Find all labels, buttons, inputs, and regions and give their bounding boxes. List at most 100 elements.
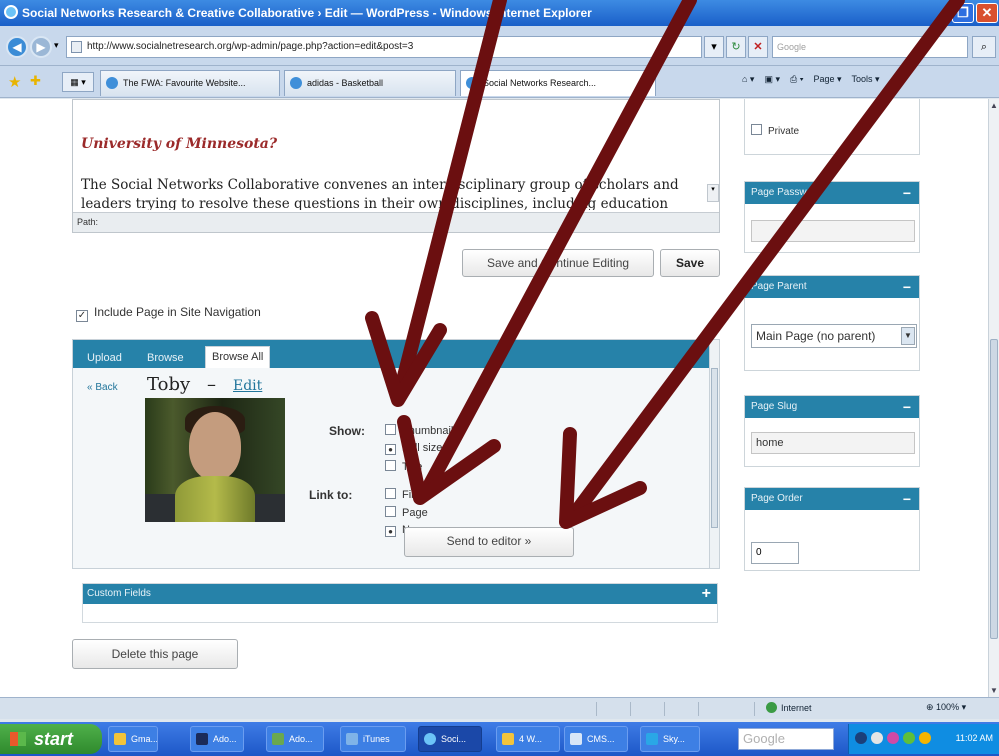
tab-social-networks[interactable]: Social Networks Research... ✕ (460, 70, 656, 96)
page-menu[interactable]: Page ▾ (813, 74, 841, 85)
box-title: Page Password (751, 187, 822, 198)
search-input[interactable]: Google (772, 36, 968, 58)
collapse-icon[interactable]: − (903, 396, 911, 418)
page-scrollbar[interactable]: ▲ ▼ (988, 99, 999, 697)
title-dash: – (207, 374, 216, 395)
show-thumbnail-option[interactable]: Thumbnail (385, 424, 453, 437)
page-password-input[interactable] (751, 220, 915, 242)
page-parent-header[interactable]: Page Parent − (745, 276, 919, 298)
collapse-icon[interactable]: − (903, 488, 911, 510)
radio-selected-icon[interactable]: ● (385, 526, 396, 537)
taskbar-item[interactable]: CMS... (564, 726, 628, 752)
uploader-scroll-thumb[interactable] (711, 368, 718, 528)
taskbar-label: Ado... (213, 734, 237, 744)
taskbar-label: Soci... (441, 734, 467, 744)
page-scroll-thumb[interactable] (990, 339, 998, 639)
refresh-icon[interactable]: ↻ (726, 36, 746, 58)
radio-icon[interactable] (385, 424, 396, 435)
tray-icon[interactable] (919, 732, 931, 744)
private-option[interactable]: Private (751, 124, 799, 137)
include-nav-checkbox[interactable]: ✓ (76, 310, 88, 322)
scroll-down-icon[interactable]: ▼ (990, 686, 998, 695)
favorites-star-icon[interactable]: ★ (8, 73, 21, 91)
tab-fwa[interactable]: The FWA: Favourite Website... (100, 70, 280, 96)
radio-icon[interactable] (385, 488, 396, 499)
tray-icon[interactable] (887, 732, 899, 744)
radio-icon[interactable] (385, 506, 396, 517)
history-dropdown-icon[interactable]: ▾ (54, 40, 59, 51)
page-parent-select[interactable]: Main Page (no parent) ▼ (751, 324, 917, 348)
option-label: Full size (402, 442, 443, 454)
stop-icon[interactable]: ✕ (748, 36, 768, 58)
taskbar-item[interactable]: Ado... (190, 726, 244, 752)
tab-browse-all[interactable]: Browse All (205, 346, 271, 368)
forward-button[interactable]: ▶ (30, 36, 52, 58)
tray-icon[interactable] (903, 732, 915, 744)
save-continue-button[interactable]: Save and Continue Editing (462, 249, 654, 277)
link-file-option[interactable]: File (385, 488, 420, 501)
taskbar-item[interactable]: iTunes (340, 726, 406, 752)
include-nav-option[interactable]: ✓ Include Page in Site Navigation (76, 305, 261, 322)
page-order-header[interactable]: Page Order − (745, 488, 919, 510)
windows-flag-icon (10, 732, 26, 746)
option-label: File (402, 489, 420, 501)
page-slug-input[interactable]: home (751, 432, 915, 454)
uploader-tabstrip: Upload Browse Browse All (73, 340, 719, 368)
tab-adidas[interactable]: adidas - Basketball (284, 70, 456, 96)
taskbar-search-input[interactable]: Google (738, 728, 834, 750)
quick-tabs-button[interactable]: ▦ ▾ (62, 72, 94, 92)
taskbar-item[interactable]: 4 W... (496, 726, 560, 752)
radio-icon[interactable] (751, 124, 762, 135)
content-editor[interactable]: University of Minnesota? The Social Netw… (72, 99, 720, 233)
print-icon[interactable]: ⎙ ▾ (790, 74, 803, 85)
add-favorite-icon[interactable]: ✚ (30, 73, 41, 89)
custom-fields-header[interactable]: Custom Fields + (83, 584, 717, 604)
address-actions: ▾ ↻ ✕ (704, 36, 768, 58)
scroll-up-icon[interactable]: ▲ (990, 101, 998, 110)
show-label: Show: (329, 424, 365, 438)
page-slug-header[interactable]: Page Slug − (745, 396, 919, 418)
page-password-header[interactable]: Page Password − (745, 182, 919, 204)
tab-browse[interactable]: Browse (147, 352, 184, 364)
show-title-option[interactable]: Title (385, 460, 422, 473)
address-dropdown-icon[interactable]: ▾ (704, 36, 724, 58)
start-button[interactable]: start (0, 724, 102, 754)
restore-window-button[interactable]: ❐ (952, 3, 974, 23)
search-icon[interactable]: ⌕ (972, 36, 996, 58)
editor-scroll-icon[interactable]: ▾ (707, 184, 719, 202)
back-link[interactable]: « Back (87, 382, 118, 393)
editor-path-bar: Path: (73, 212, 719, 232)
expand-plus-icon[interactable]: + (702, 584, 711, 604)
link-page-option[interactable]: Page (385, 506, 428, 519)
collapse-icon[interactable]: − (903, 276, 911, 298)
taskbar-item-active[interactable]: Soci... (418, 726, 482, 752)
taskbar-item[interactable]: Sky... (640, 726, 700, 752)
address-input[interactable]: http://www.socialnetresearch.org/wp-admi… (66, 36, 702, 58)
radio-icon[interactable] (385, 460, 396, 471)
back-button[interactable]: ◀ (6, 36, 28, 58)
tray-icon[interactable] (871, 732, 883, 744)
close-tab-icon[interactable]: ✕ (643, 71, 651, 95)
tab-upload[interactable]: Upload (87, 352, 122, 364)
edit-link[interactable]: Edit (233, 378, 262, 394)
radio-selected-icon[interactable]: ● (385, 444, 396, 455)
page-order-input[interactable]: 0 (751, 542, 799, 564)
dropdown-arrow-icon[interactable]: ▼ (901, 327, 915, 345)
address-toolbar: ◀ ▶ ▾ http://www.socialnetresearch.org/w… (0, 26, 999, 66)
zoom-level[interactable]: ⊕ 100% ▾ (926, 702, 966, 713)
command-bar: ⌂ ▾ ▣ ▾ ⎙ ▾ Page ▾ Tools ▾ (742, 74, 880, 85)
tools-menu[interactable]: Tools ▾ (852, 74, 880, 85)
taskbar-item[interactable]: Gma... (108, 726, 158, 752)
taskbar-item[interactable]: Ado... (266, 726, 324, 752)
uploader-scrollbar[interactable] (709, 340, 719, 568)
save-button[interactable]: Save (660, 249, 720, 277)
delete-page-button[interactable]: Delete this page (72, 639, 238, 669)
show-full-size-option[interactable]: ● Full size (385, 442, 442, 455)
feeds-icon[interactable]: ▣ ▾ (764, 74, 780, 85)
collapse-icon[interactable]: − (903, 182, 911, 204)
close-window-button[interactable]: ✕ (976, 3, 998, 23)
send-to-editor-button[interactable]: Send to editor » (404, 527, 574, 557)
tray-icon[interactable] (855, 732, 867, 744)
home-icon[interactable]: ⌂ ▾ (742, 74, 754, 85)
option-label: Title (402, 461, 423, 473)
